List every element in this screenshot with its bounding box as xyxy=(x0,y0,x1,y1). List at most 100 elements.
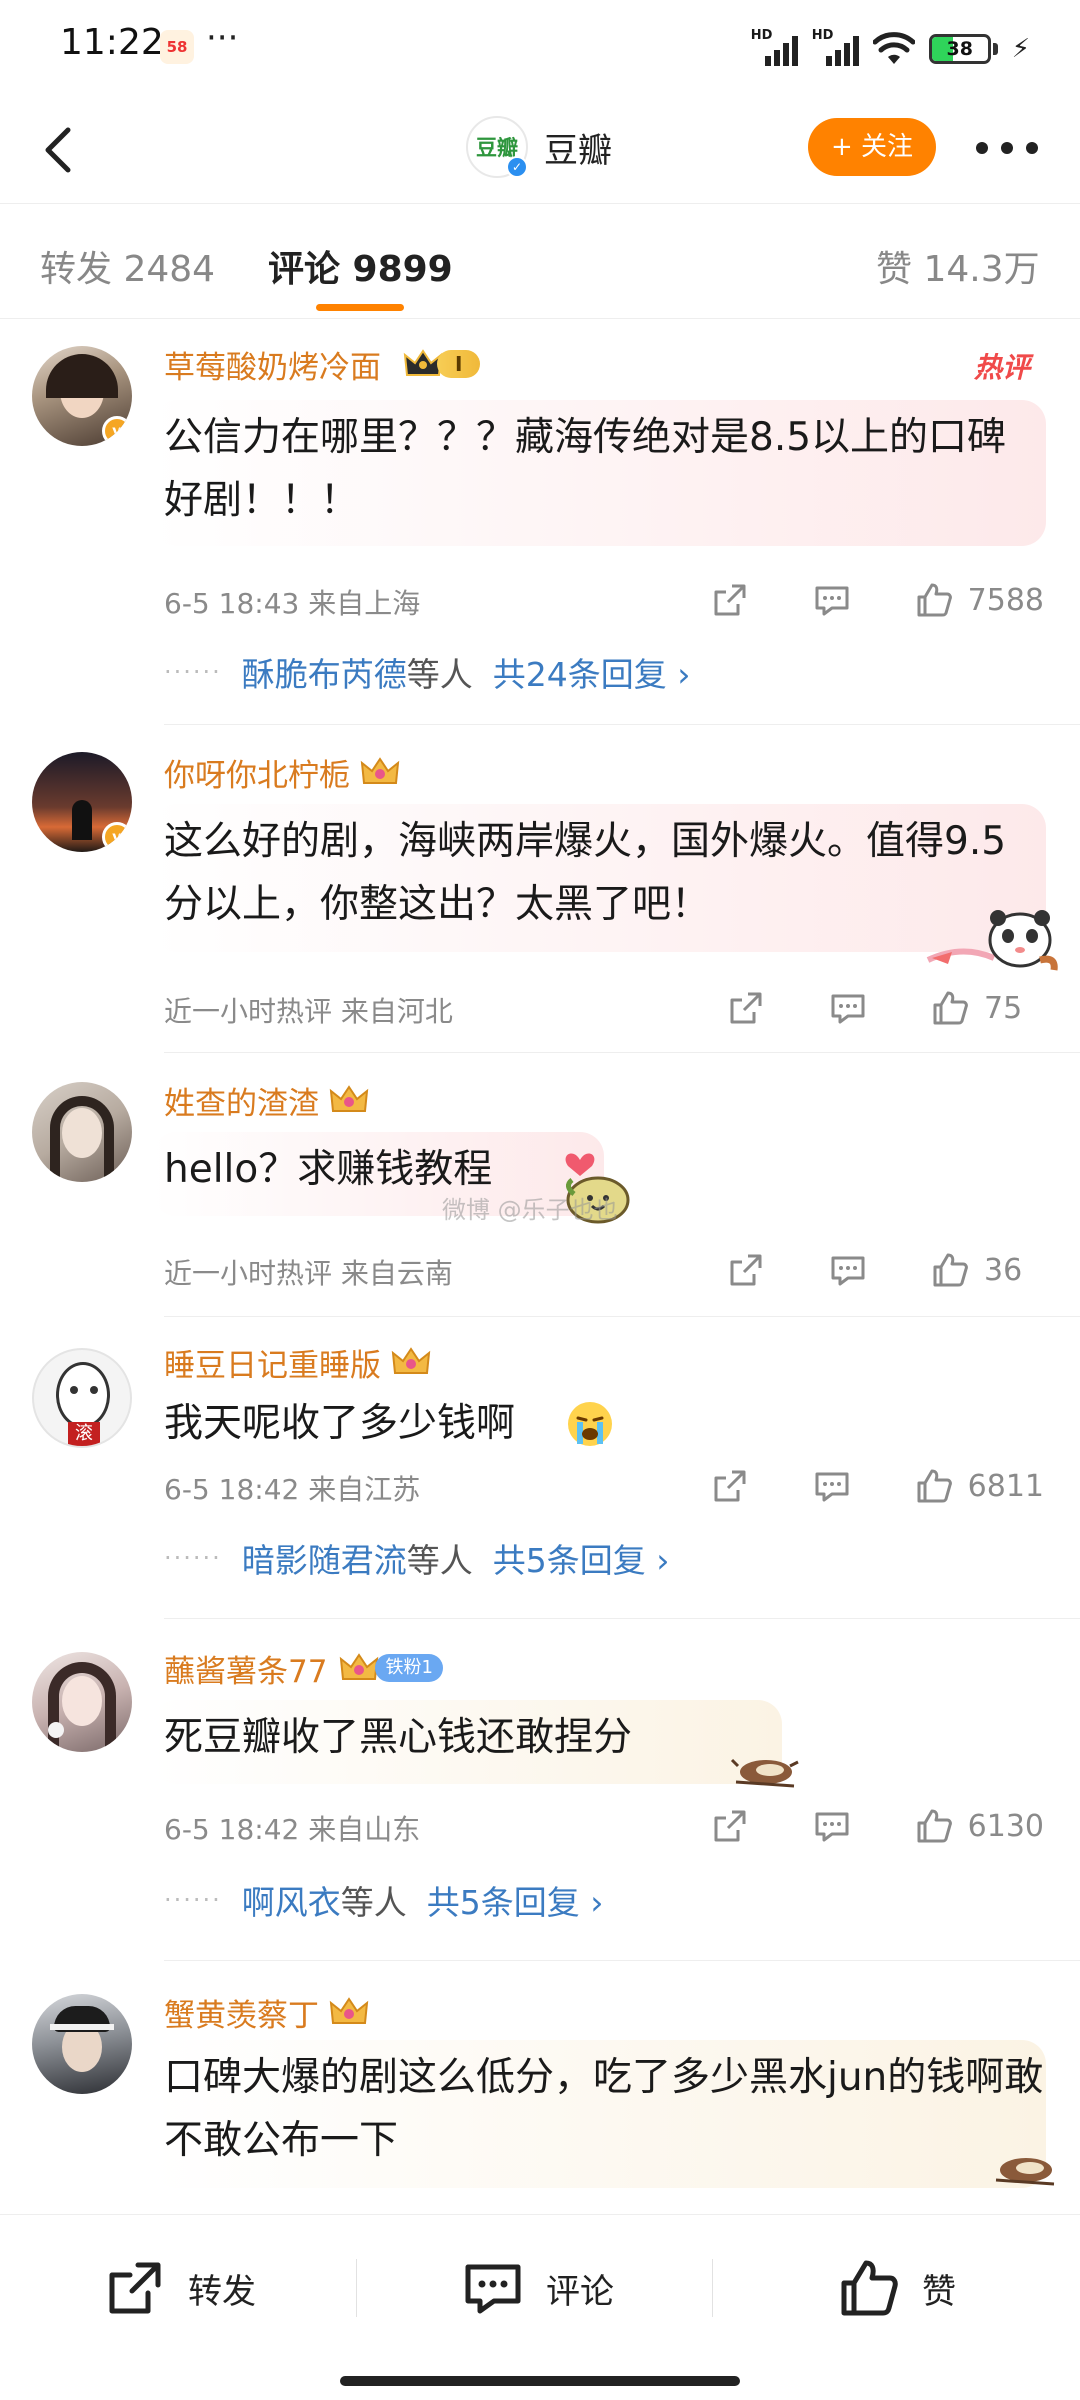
like-icon xyxy=(841,2260,898,2316)
like-count: 6130 xyxy=(967,1808,1044,1844)
comment-text: 死豆瓣收了黑心钱还敢捏分 xyxy=(164,1715,633,1760)
repost-label: 转发 xyxy=(188,2271,256,2312)
comment-label: 评论 xyxy=(546,2271,614,2312)
member-badge: I xyxy=(393,347,481,381)
avatar[interactable]: v xyxy=(32,752,132,852)
like-button[interactable]: 赞 xyxy=(838,2253,956,2323)
comment-icon xyxy=(465,2264,521,2314)
crying-emoji-icon xyxy=(568,1402,612,1446)
level-badge: I xyxy=(437,350,481,378)
comment-author-row: 你呀你北柠栀 xyxy=(164,750,400,794)
avatar[interactable]: 滚 xyxy=(32,1348,132,1448)
status-bar: 11:22 58 ··· HD HD 38 ⚡ xyxy=(0,0,1080,96)
like-icon[interactable] xyxy=(930,1250,970,1290)
more-options-icon[interactable] xyxy=(976,136,1038,160)
comment-author[interactable]: 草莓酸奶烤冷面 xyxy=(164,342,381,387)
comment-actions: 6811 xyxy=(710,1466,1044,1506)
comment-button[interactable]: 评论 xyxy=(462,2253,614,2323)
comment-author-row: 蘸酱薯条77 铁粉1 xyxy=(164,1646,443,1690)
repost-button[interactable]: 转发 xyxy=(104,2253,256,2323)
divider xyxy=(164,1052,1080,1053)
comment-icon[interactable] xyxy=(812,1806,852,1846)
comment-author[interactable]: 你呀你北柠栀 xyxy=(164,750,350,795)
share-icon[interactable] xyxy=(710,1806,750,1846)
like-count: 75 xyxy=(984,990,1023,1026)
comment-meta: 6-5 18:43 来自上海 xyxy=(164,587,421,620)
divider xyxy=(0,318,1080,319)
reply-user[interactable]: 酥脆布芮德 xyxy=(242,648,407,696)
share-icon[interactable] xyxy=(710,1466,750,1506)
reply-user[interactable]: 暗影随君流 xyxy=(242,1534,407,1582)
comment-actions: 7588 xyxy=(710,580,1044,620)
share-icon[interactable] xyxy=(710,580,750,620)
comment-actions: 36 xyxy=(726,1250,1044,1290)
reply-user[interactable]: 啊风衣 xyxy=(242,1876,341,1924)
comment-meta: 6-5 18:42 来自山东 xyxy=(164,1813,421,1846)
signal-icon: HD xyxy=(751,28,798,66)
comment-author-row: 睡豆日记重睡版 xyxy=(164,1340,431,1384)
like-icon[interactable] xyxy=(914,1806,954,1846)
comment-icon[interactable] xyxy=(828,988,868,1028)
comment-icon[interactable] xyxy=(812,1466,852,1506)
like-icon[interactable] xyxy=(930,988,970,1028)
like-icon[interactable] xyxy=(914,1466,954,1506)
tab-repost[interactable]: 转发 2484 xyxy=(40,240,215,292)
comment-icon[interactable] xyxy=(828,1250,868,1290)
comment-text: 这么好的剧，海峡两岸爆火，国外爆火。值得9.5分以上，你整这出？太黑了吧！ xyxy=(164,819,1007,927)
app-notification-icon: 58 xyxy=(160,30,194,64)
signal-icon: HD xyxy=(812,28,859,66)
reply-count[interactable]: 共5条回复 › xyxy=(493,1534,670,1582)
comment-author[interactable]: 蟹黄羡蔡丁 xyxy=(164,1990,319,2035)
tab-comments[interactable]: 评论 9899 xyxy=(268,240,453,292)
status-time: 11:22 xyxy=(60,22,164,63)
tab-likes[interactable]: 赞 14.3万 xyxy=(876,240,1040,292)
comment-actions: 6130 xyxy=(710,1806,1044,1846)
divider xyxy=(164,1960,1080,1961)
like-icon[interactable] xyxy=(914,580,954,620)
watermark: 微博 @乐子也也 xyxy=(442,1196,618,1224)
crown-icon xyxy=(360,757,400,784)
reply-summary[interactable]: ······ 酥脆布芮德 等人 共24条回复 › xyxy=(164,648,690,696)
bird-sticker xyxy=(995,2158,1055,2186)
reply-summary[interactable]: ······ 啊风衣 等人 共5条回复 › xyxy=(164,1876,603,1924)
like-count: 7588 xyxy=(967,582,1044,618)
avatar[interactable] xyxy=(32,1652,132,1752)
battery-icon: 38 xyxy=(928,34,998,64)
comment-author[interactable]: 蘸酱薯条77 xyxy=(164,1646,327,1691)
home-indicator[interactable] xyxy=(340,2376,740,2386)
like-count: 6811 xyxy=(967,1468,1044,1504)
avatar[interactable] xyxy=(32,1082,132,1182)
comment-actions: 75 xyxy=(726,988,1044,1028)
reply-summary[interactable]: ······ 暗影随君流 等人 共5条回复 › xyxy=(164,1534,669,1582)
crown-icon xyxy=(391,1347,431,1374)
account-avatar: 豆瓣 ✓ xyxy=(466,116,528,178)
comment-author[interactable]: 姓查的渣渣 xyxy=(164,1078,319,1123)
bottom-action-bar: 转发 评论 赞 xyxy=(0,2214,1080,2362)
comment-author-row: 草莓酸奶烤冷面 I xyxy=(164,342,481,387)
comment-text: 公信力在哪里？？？藏海传绝对是8.5以上的口碑好剧！！！ xyxy=(164,415,1007,523)
share-icon[interactable] xyxy=(726,988,766,1028)
hot-comment-tag: 热评 xyxy=(974,351,1031,384)
like-label: 赞 xyxy=(922,2271,956,2312)
bird-sticker xyxy=(730,1758,799,1788)
verified-icon: v xyxy=(102,416,132,446)
reply-count[interactable]: 共24条回复 › xyxy=(493,648,691,696)
avatar[interactable]: v xyxy=(32,346,132,446)
back-icon[interactable] xyxy=(32,120,92,180)
comment-icon[interactable] xyxy=(812,580,852,620)
account-header[interactable]: 豆瓣 ✓ 豆瓣 xyxy=(466,116,612,178)
reply-etc: 等人 xyxy=(340,1883,407,1922)
divider xyxy=(164,1618,1080,1619)
panda-sticker xyxy=(926,910,1058,971)
follow-button[interactable]: + 关注 xyxy=(808,118,936,176)
verified-icon: v xyxy=(102,822,132,852)
divider xyxy=(712,2259,713,2317)
comment-author[interactable]: 睡豆日记重睡版 xyxy=(164,1340,381,1385)
avatar[interactable] xyxy=(32,1994,132,2094)
active-tab-indicator xyxy=(316,304,404,311)
reply-count[interactable]: 共5条回复 › xyxy=(427,1876,604,1924)
charging-icon: ⚡ xyxy=(1011,34,1030,64)
reply-etc: 等人 xyxy=(406,1541,473,1580)
crown-icon xyxy=(329,1997,369,2024)
share-icon[interactable] xyxy=(726,1250,766,1290)
